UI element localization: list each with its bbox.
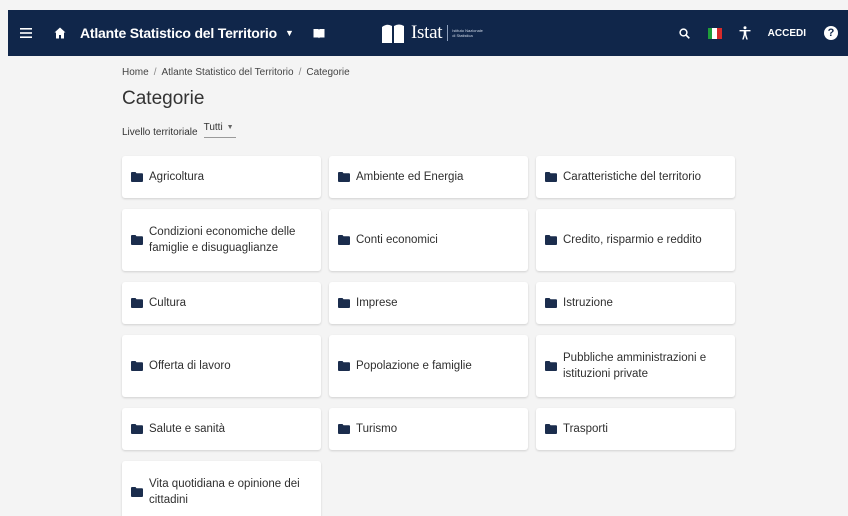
category-label: Salute e sanità [149, 423, 226, 435]
category-label: Conti economici [356, 234, 438, 246]
category-card-offerta-lavoro[interactable]: Offerta di lavoro [122, 335, 321, 397]
category-card-agricoltura[interactable]: Agricoltura [122, 156, 321, 198]
category-label: Vita quotidiana e opinione dei cittadini [149, 478, 300, 506]
breadcrumb-home[interactable]: Home [122, 67, 149, 78]
top-navbar: Atlante Statistico del Territorio ▼ Ista… [8, 10, 848, 56]
category-card-vita-quotidiana[interactable]: Vita quotidiana e opinione dei cittadini [122, 461, 321, 516]
category-card-pubbliche-amministrazioni[interactable]: Pubbliche amministrazioni e istituzioni … [536, 335, 735, 397]
category-card-salute-sanita[interactable]: Salute e sanità [122, 408, 321, 450]
category-card-turismo[interactable]: Turismo [329, 408, 528, 450]
folder-icon [338, 361, 350, 371]
folder-icon [545, 361, 557, 371]
category-label: Cultura [149, 297, 187, 309]
folder-icon [131, 298, 143, 308]
folder-icon [131, 235, 143, 245]
category-label: Imprese [356, 297, 398, 309]
category-label: Condizioni economiche delle famiglie e d… [149, 226, 296, 254]
app-title-dropdown[interactable]: Atlante Statistico del Territorio ▼ [80, 25, 294, 41]
help-button[interactable]: ? [814, 10, 848, 56]
category-card-trasporti[interactable]: Trasporti [536, 408, 735, 450]
home-icon[interactable] [46, 10, 74, 56]
folder-icon [545, 424, 557, 434]
istat-logo-mark-icon [382, 23, 406, 43]
folder-icon [338, 298, 350, 308]
territorial-level-value: Tutti [203, 122, 223, 133]
folder-icon [545, 235, 557, 245]
category-label: Caratteristiche del territorio [563, 171, 702, 183]
app-title: Atlante Statistico del Territorio [80, 25, 277, 41]
category-card-imprese[interactable]: Imprese [329, 282, 528, 324]
category-card-condizioni-economiche[interactable]: Condizioni economiche delle famiglie e d… [122, 209, 321, 271]
logo-divider [447, 25, 449, 41]
breadcrumb-atlante[interactable]: Atlante Statistico del Territorio [161, 67, 293, 78]
breadcrumb-separator: / [298, 67, 302, 78]
category-label: Pubbliche amministrazioni e istituzioni … [563, 352, 707, 380]
breadcrumb-separator: / [153, 67, 157, 78]
folder-icon [338, 424, 350, 434]
folder-icon [338, 172, 350, 182]
chevron-down-icon: ▼ [284, 28, 294, 38]
breadcrumb-current: Categorie [306, 67, 350, 78]
category-card-conti-economici[interactable]: Conti economici [329, 209, 528, 271]
chevron-down-icon: ▼ [226, 124, 234, 131]
login-button[interactable]: ACCEDI [760, 10, 814, 56]
category-label: Ambiente ed Energia [356, 171, 464, 183]
category-label: Popolazione e famiglie [356, 360, 472, 372]
folder-icon [338, 235, 350, 245]
territorial-level-filter: Livello territoriale Tutti ▼ [122, 122, 742, 138]
folder-icon [545, 172, 557, 182]
category-card-caratteristiche-territorio[interactable]: Caratteristiche del territorio [536, 156, 735, 198]
territorial-level-label: Livello territoriale [122, 127, 198, 138]
istat-logo[interactable]: Istat Istituto Nazionale di Statistica [382, 20, 484, 46]
category-card-cultura[interactable]: Cultura [122, 282, 321, 324]
page-title: Categorie [122, 88, 205, 109]
main-content: Home / Atlante Statistico del Territorio… [122, 56, 742, 138]
territorial-level-select[interactable]: Tutti ▼ [203, 122, 236, 138]
folder-icon [131, 172, 143, 182]
folder-icon [545, 298, 557, 308]
category-card-credito-risparmio[interactable]: Credito, risparmio e reddito [536, 209, 735, 271]
help-icon: ? [824, 26, 838, 40]
category-label: Agricoltura [149, 171, 204, 183]
language-italian-flag-icon[interactable] [700, 10, 730, 56]
search-icon[interactable] [670, 10, 700, 56]
category-grid: Agricoltura Ambiente ed Energia Caratter… [122, 156, 735, 516]
logo-subtitle: Istituto Nazionale di Statistica [452, 28, 483, 38]
category-label: Trasporti [563, 423, 608, 435]
category-card-istruzione[interactable]: Istruzione [536, 282, 735, 324]
category-card-popolazione-famiglie[interactable]: Popolazione e famiglie [329, 335, 528, 397]
folder-icon [131, 361, 143, 371]
folder-icon [131, 424, 143, 434]
header-actions: ACCEDI ? [670, 10, 848, 56]
book-icon[interactable] [312, 10, 326, 56]
logo-text: Istat [411, 22, 443, 43]
category-label: Credito, risparmio e reddito [563, 234, 702, 246]
breadcrumb: Home / Atlante Statistico del Territorio… [122, 67, 742, 78]
category-label: Turismo [356, 423, 398, 435]
category-label: Istruzione [563, 297, 613, 309]
category-card-ambiente-energia[interactable]: Ambiente ed Energia [329, 156, 528, 198]
folder-icon [131, 487, 143, 497]
category-label: Offerta di lavoro [149, 360, 231, 372]
accessibility-icon[interactable] [730, 10, 760, 56]
hamburger-menu-icon[interactable] [12, 10, 40, 56]
